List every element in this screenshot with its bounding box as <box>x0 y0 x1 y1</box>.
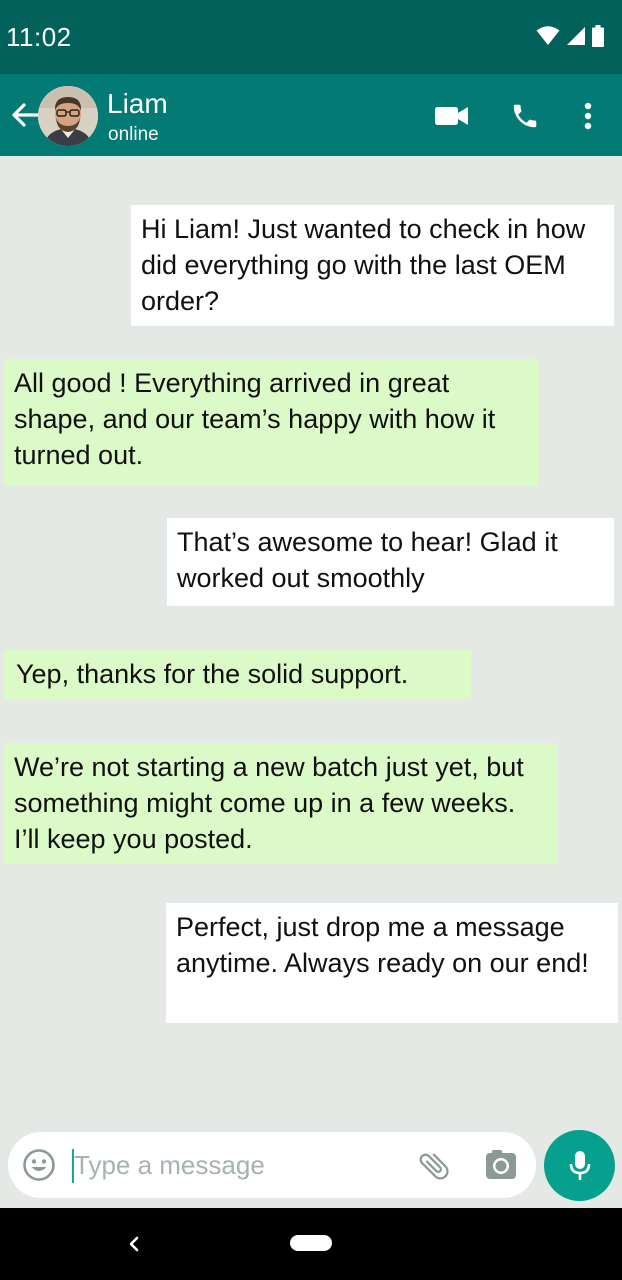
message-outgoing[interactable]: Perfect, just drop me a message anytime.… <box>166 903 618 1023</box>
status-icons <box>536 25 604 47</box>
message-list[interactable]: Hi Liam! Just wanted to check in how did… <box>0 156 622 1122</box>
message-incoming[interactable]: Yep, thanks for the solid support. <box>4 650 471 700</box>
more-vert-icon <box>584 102 592 130</box>
voice-record-button[interactable] <box>544 1130 615 1201</box>
status-time: 11:02 <box>6 22 72 52</box>
phone-icon <box>513 104 537 128</box>
more-options-button[interactable] <box>570 98 606 134</box>
message-outgoing[interactable]: Hi Liam! Just wanted to check in how did… <box>131 205 614 326</box>
battery-icon <box>592 25 604 47</box>
contact-name[interactable]: Liam <box>107 88 168 120</box>
message-input[interactable] <box>74 1148 404 1182</box>
emoji-icon[interactable] <box>22 1148 56 1182</box>
wifi-icon <box>536 26 560 45</box>
video-call-icon <box>435 107 468 125</box>
signal-icon <box>567 27 585 45</box>
nav-home-pill[interactable] <box>290 1235 332 1251</box>
message-incoming[interactable]: We’re not starting a new batch just yet,… <box>4 743 558 864</box>
nav-back-icon[interactable] <box>122 1230 146 1258</box>
video-call-button[interactable] <box>434 98 470 134</box>
avatar[interactable] <box>38 86 98 146</box>
microphone-icon <box>569 1150 590 1180</box>
contact-status: online <box>108 124 159 145</box>
status-bar: 11:02 <box>0 0 622 74</box>
contact-photo <box>38 86 98 146</box>
chat-header: Liam online <box>0 74 622 156</box>
back-arrow-icon[interactable] <box>10 100 40 130</box>
voice-call-button[interactable] <box>507 98 543 134</box>
camera-icon[interactable] <box>484 1148 518 1182</box>
message-incoming[interactable]: All good ! Everything arrived in great s… <box>4 359 539 486</box>
message-input-box[interactable] <box>8 1132 536 1198</box>
message-outgoing[interactable]: That’s awesome to hear! Glad it worked o… <box>167 518 614 606</box>
attach-icon[interactable] <box>416 1148 452 1184</box>
